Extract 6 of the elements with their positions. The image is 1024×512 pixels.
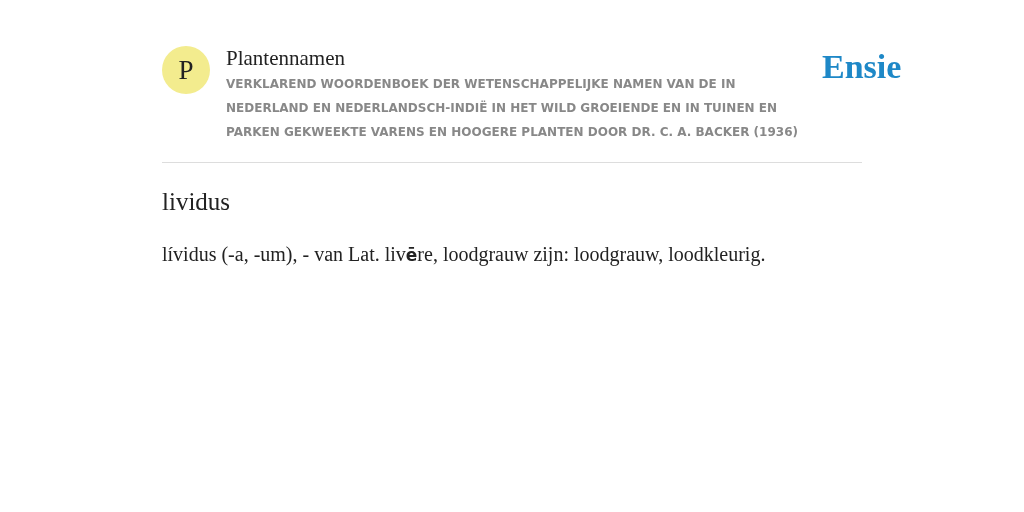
site-subtitle: VERKLAREND WOORDENBOEK DER WETENSCHAPPELIJKE NAMEN VAN DE IN NEDERLAND EN NEDERLANDSCH-INDIË IN HET WILD GROEIENDE EN IN TUINEN EN PARKEN GEKWEEKTE VARENS EN HOOGERE PLANTEN DOOR DR. C. A. BACKER (1936) — [226, 76, 799, 141]
entry-definition: lívidus (-a, -um), - van Lat. livēre, loodgrauw zijn: loodgrauw, loodkleurig. — [162, 242, 767, 268]
entry-title: lividus — [162, 187, 232, 217]
brand-logo[interactable]: Ensie — [822, 50, 902, 144]
logo-icon[interactable]: P — [162, 46, 210, 94]
site-title[interactable]: Plantennamen — [226, 46, 806, 70]
